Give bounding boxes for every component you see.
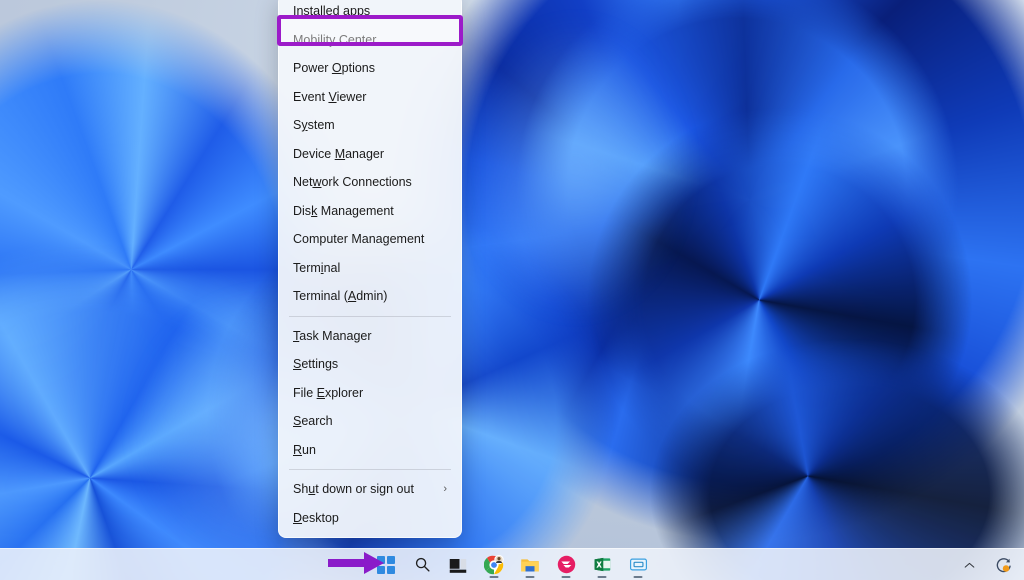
menu-item-label: Search (293, 414, 333, 429)
task-view-icon (449, 558, 467, 573)
windows-taskbar[interactable] (0, 548, 1024, 580)
excel-icon (594, 557, 610, 572)
chrome-button[interactable] (481, 552, 507, 578)
show-hidden-icons-button[interactable] (956, 552, 982, 578)
chevron-up-icon (964, 562, 974, 568)
menu-item-desktop[interactable]: Desktop (279, 504, 461, 533)
menu-item-disk-management[interactable]: Disk Management (279, 197, 461, 226)
menu-item-label: Mobility Center (293, 32, 377, 47)
menu-item-label: Disk Management (293, 203, 394, 218)
menu-item-label: Settings (293, 357, 339, 372)
menu-item-mobility-center[interactable]: Mobility Center (279, 26, 461, 55)
menu-item-label: Network Connections (293, 175, 412, 190)
menu-item-label: Task Manager (293, 328, 372, 343)
menu-item-terminal[interactable]: Terminal (279, 254, 461, 283)
taskbar-running-indicator (525, 575, 535, 578)
menu-item-label: Terminal (Admin) (293, 289, 388, 304)
search-icon (415, 557, 430, 572)
chrome-icon (484, 554, 504, 574)
menu-separator (289, 469, 451, 470)
menu-item-terminal-admin[interactable]: Terminal (Admin) (279, 282, 461, 311)
menu-item-settings[interactable]: Settings (279, 350, 461, 379)
taskbar-running-indicator (633, 575, 643, 578)
menu-item-system[interactable]: System (279, 111, 461, 140)
menu-item-label: Shut down or sign out (293, 482, 414, 497)
menu-item-run[interactable]: Run (279, 436, 461, 465)
chevron-right-icon: › (443, 483, 447, 496)
menu-item-label: File Explorer (293, 385, 364, 400)
search-button[interactable] (409, 552, 435, 578)
menu-item-device-manager[interactable]: Device Manager (279, 140, 461, 169)
taskbar-running-indicator (489, 575, 499, 578)
menu-item-event-viewer[interactable]: Event Viewer (279, 83, 461, 112)
taskbar-running-indicator (561, 575, 571, 578)
taskbar-center-group (373, 552, 651, 578)
update-sync-icon (996, 557, 1011, 572)
menu-item-file-explorer[interactable]: File Explorer (279, 379, 461, 408)
menu-item-label: Installed apps (293, 4, 371, 19)
menu-item-shut-down-or-sign-out[interactable]: Shut down or sign out › (279, 475, 461, 504)
folder-icon (521, 558, 539, 571)
file-explorer-button[interactable] (517, 552, 543, 578)
menu-separator (289, 315, 451, 317)
paint-button[interactable] (625, 552, 651, 578)
menu-item-network-connections[interactable]: Network Connections (279, 168, 461, 197)
desktop-wallpaper (0, 0, 1024, 580)
menu-item-power-options[interactable]: Power Options (279, 54, 461, 83)
menu-item-search[interactable]: Search (279, 407, 461, 436)
menu-item-label: Computer Management (293, 232, 425, 247)
menu-item-label: Desktop (293, 510, 339, 525)
task-view-button[interactable] (445, 552, 471, 578)
menu-item-label: Terminal (293, 260, 341, 275)
menu-item-label: System (293, 118, 335, 133)
windows-update-button[interactable] (990, 552, 1016, 578)
power-user-menu[interactable]: Installed apps Mobility Center Power Optio… (278, 0, 462, 538)
menu-item-installed-apps[interactable]: Installed apps (279, 0, 461, 26)
system-tray[interactable] (956, 549, 1016, 580)
menu-item-label: Run (293, 442, 316, 457)
menu-item-label: Device Manager (293, 146, 385, 161)
menu-item-label: Power Options (293, 61, 375, 76)
taskbar-running-indicator (597, 575, 607, 578)
menu-item-label: Event Viewer (293, 89, 367, 104)
pink-send-icon (557, 555, 575, 574)
excel-button[interactable] (589, 552, 615, 578)
window-blue-icon (629, 558, 647, 571)
app-pink-button[interactable] (553, 552, 579, 578)
menu-item-computer-management[interactable]: Computer Management (279, 225, 461, 254)
menu-item-task-manager[interactable]: Task Manager (279, 322, 461, 351)
purple-annotation-arrow (328, 552, 384, 574)
